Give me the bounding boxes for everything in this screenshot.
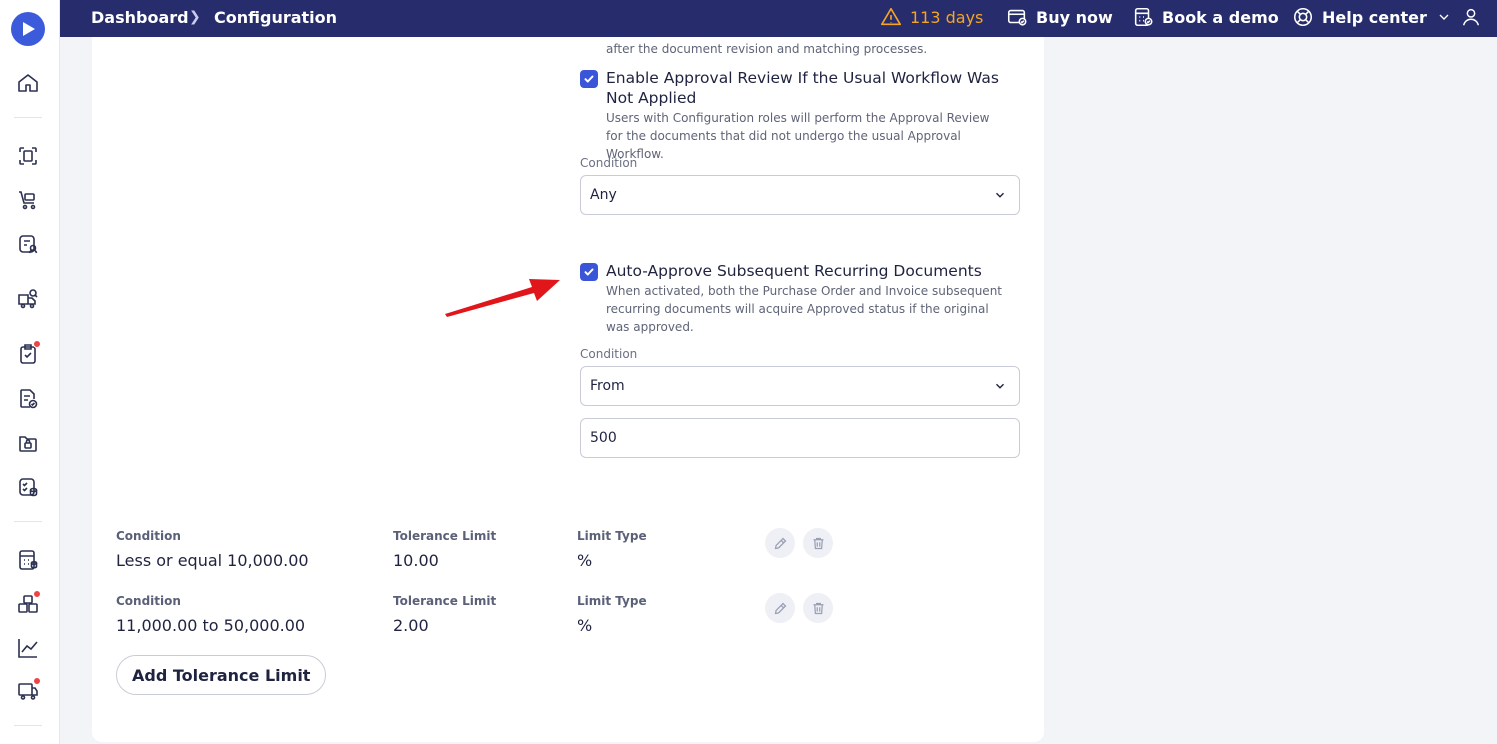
pencil-icon	[774, 602, 786, 614]
auto-approve-amount-input[interactable]	[580, 418, 1020, 458]
folder-lock-icon[interactable]	[16, 431, 40, 455]
help-center-button[interactable]: Help center	[1292, 6, 1427, 28]
breadcrumb-chevron-icon: ❯	[189, 9, 201, 25]
approval-review-checkbox[interactable]	[580, 70, 598, 88]
condition-value: 11,000.00 to 50,000.00	[116, 616, 306, 635]
user-account-button[interactable]	[1460, 6, 1482, 28]
top-bar: Dashboard ❯ Configuration 113 days Buy n…	[60, 0, 1497, 37]
breadcrumb-dashboard[interactable]: Dashboard	[91, 8, 189, 27]
notification-dot	[33, 340, 41, 348]
auto-approve-description: When activated, both the Purchase Order …	[606, 284, 1002, 334]
sidebar-divider	[14, 521, 42, 522]
chart-line-icon[interactable]	[16, 636, 40, 660]
tolerance-value: 2.00	[393, 616, 429, 635]
annotation-arrow-icon	[445, 279, 560, 317]
sidebar	[0, 0, 60, 744]
add-tolerance-limit-button[interactable]: Add Tolerance Limit	[116, 655, 327, 695]
trash-icon	[813, 537, 823, 549]
edit-button[interactable]	[765, 528, 795, 558]
clipboard-check-icon[interactable]	[16, 340, 41, 366]
previous-option-description: after the document revision and matching…	[606, 42, 928, 56]
limit-type-header: Limit Type	[577, 529, 647, 543]
sidebar-divider	[14, 725, 42, 726]
scan-document-icon[interactable]	[16, 144, 40, 168]
truck-search-icon[interactable]	[16, 287, 40, 311]
delete-button[interactable]	[803, 528, 833, 558]
tolerance-value: 10.00	[393, 551, 439, 570]
account-menu-toggle[interactable]	[1436, 9, 1452, 25]
notification-dot	[33, 590, 41, 598]
delivery-truck-icon[interactable]	[16, 677, 41, 703]
book-demo-label: Book a demo	[1162, 7, 1279, 27]
document-check-icon[interactable]	[16, 387, 40, 411]
configuration-card: after the document revision and matching…	[92, 37, 1044, 742]
help-center-label: Help center	[1322, 7, 1427, 27]
trash-icon	[813, 602, 823, 614]
approval-review-title: Enable Approval Review If the Usual Work…	[606, 69, 999, 107]
cart-icon[interactable]	[16, 188, 40, 212]
boxes-icon[interactable]	[16, 590, 41, 616]
auto-approve-title: Auto-Approve Subsequent Recurring Docume…	[606, 262, 982, 280]
limit-type-header: Limit Type	[577, 594, 647, 608]
tolerance-header: Tolerance Limit	[393, 529, 497, 543]
checkmark-icon	[584, 268, 594, 276]
chevron-down-icon	[993, 188, 1007, 202]
approval-review-condition-value: Any	[590, 187, 617, 203]
notification-dot	[33, 677, 41, 685]
condition-value: Less or equal 10,000.00	[116, 551, 309, 570]
wallet-icon	[1007, 9, 1027, 26]
checklist-db-icon[interactable]	[16, 475, 40, 499]
delete-button[interactable]	[803, 593, 833, 623]
buy-now-button[interactable]: Buy now	[1006, 6, 1113, 28]
warning-icon	[881, 7, 901, 26]
trial-days: 113 days	[910, 7, 984, 27]
limit-type-value: %	[577, 616, 593, 635]
auto-approve-condition-select[interactable]: From	[580, 366, 1020, 406]
chevron-down-icon	[993, 379, 1007, 393]
chevron-down-icon	[1439, 14, 1449, 20]
limit-type-value: %	[577, 551, 593, 570]
home-icon[interactable]	[16, 71, 40, 95]
checkmark-icon	[584, 75, 594, 83]
condition-header: Condition	[116, 529, 181, 543]
approval-review-condition-label: Condition	[580, 156, 638, 170]
calendar-icon	[1134, 7, 1153, 27]
lifebuoy-icon	[1293, 7, 1313, 27]
tolerance-header: Tolerance Limit	[393, 594, 497, 608]
approval-review-condition-select[interactable]: Any	[580, 175, 1020, 215]
breadcrumb-current: Configuration	[214, 8, 338, 27]
book-demo-button[interactable]: Book a demo	[1132, 6, 1279, 28]
trial-indicator[interactable]: 113 days	[880, 6, 983, 28]
document-user-icon[interactable]	[16, 232, 40, 256]
approval-review-description: Users with Configuration roles will perf…	[606, 111, 990, 161]
edit-button[interactable]	[765, 593, 795, 623]
buy-now-label: Buy now	[1036, 7, 1113, 27]
pencil-icon	[774, 537, 786, 549]
user-icon	[1462, 8, 1480, 26]
auto-approve-checkbox[interactable]	[580, 263, 598, 281]
auto-approve-condition-value: From	[590, 378, 625, 394]
sidebar-divider	[14, 117, 42, 118]
calculator-icon[interactable]	[16, 548, 40, 572]
auto-approve-condition-label: Condition	[580, 347, 638, 361]
condition-header: Condition	[116, 594, 181, 608]
play-logo-icon	[23, 22, 35, 36]
app-logo[interactable]	[11, 12, 45, 46]
